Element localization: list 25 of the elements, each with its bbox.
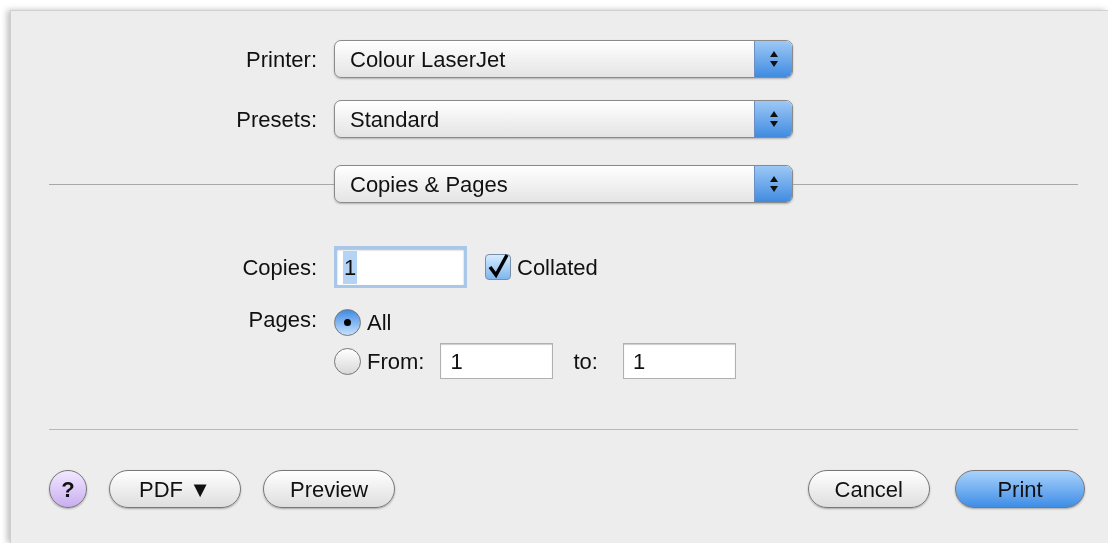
stepper-arrows-icon (754, 101, 792, 137)
text-field[interactable]: 1 (440, 343, 554, 379)
radio-button[interactable] (334, 309, 361, 336)
pdf-menu-button[interactable]: PDF ▼ (109, 470, 241, 508)
collated-checkbox[interactable] (485, 254, 511, 280)
popup-menu[interactable]: Standard (334, 100, 793, 138)
checkbox-label: Collated (517, 253, 598, 282)
field-label: Printer: (245, 45, 318, 74)
popup-menu[interactable]: Colour LaserJet (334, 40, 793, 78)
copies-field[interactable]: 1 (334, 246, 467, 288)
radio-label: From: (367, 347, 425, 376)
stepper-arrows-icon (754, 41, 792, 77)
print-button[interactable]: Print (955, 470, 1085, 508)
field-label: Pages: (247, 306, 318, 334)
popup-menu[interactable]: Copies & Pages (334, 165, 793, 203)
field-label: Presets: (235, 105, 318, 134)
stepper-arrows-icon (754, 166, 792, 202)
field-label: to: (573, 347, 598, 376)
help-button[interactable]: ? (49, 470, 87, 508)
text-field[interactable]: 1 (622, 343, 736, 379)
dialog-button[interactable]: Preview (263, 470, 396, 508)
radio-button[interactable] (334, 347, 361, 375)
field-label: Copies: (241, 253, 318, 282)
dialog-button[interactable]: Cancel (807, 470, 930, 508)
radio-label: All (367, 309, 392, 337)
